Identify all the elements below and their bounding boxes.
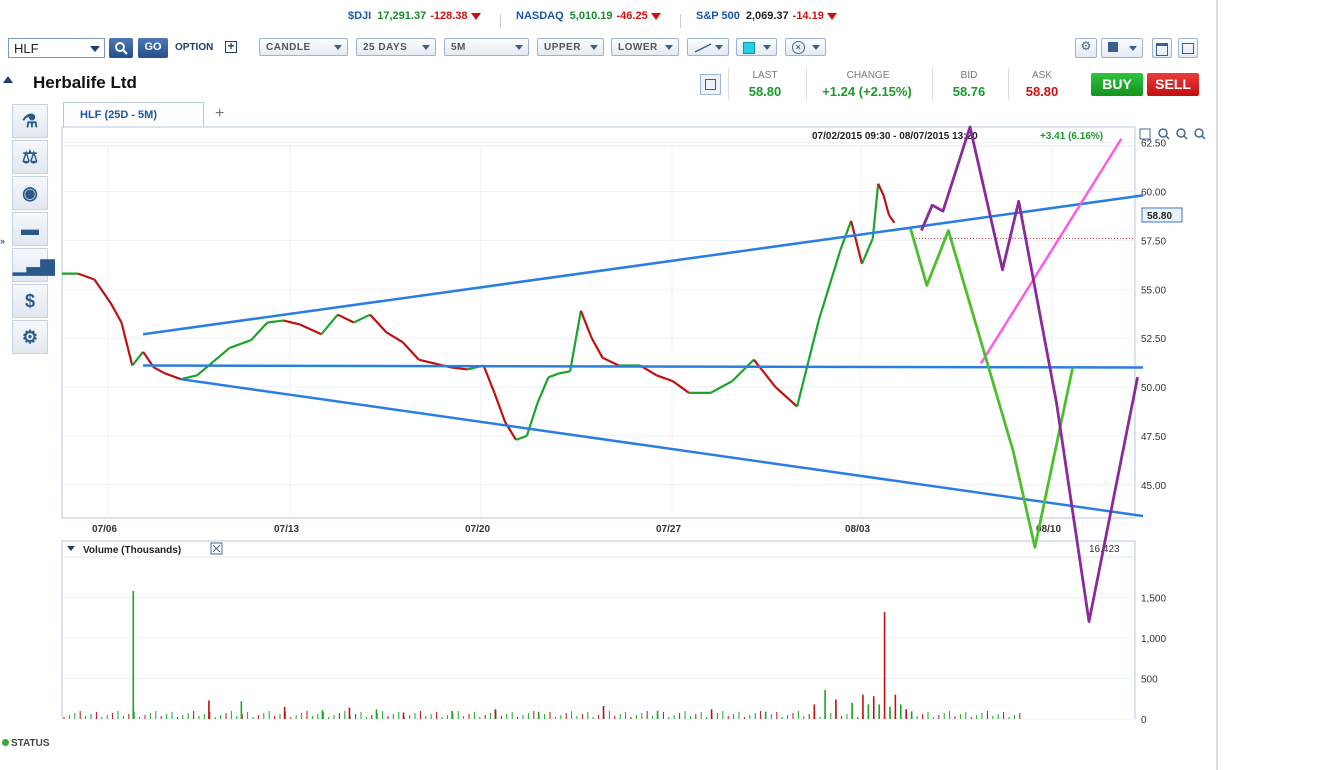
y-tick-label: 45.00 — [1141, 481, 1166, 492]
x-tick-label: 07/27 — [656, 524, 681, 535]
y-tick-label: 57.50 — [1141, 236, 1166, 247]
price-chart[interactable]: 62.50 60.00 57.50 55.00 52.50 50.00 47.50 45.00… — [0, 0, 1334, 770]
volume-panel — [61, 540, 1136, 720]
x-tick-label: 08/03 — [845, 524, 870, 535]
status-dot-icon — [2, 739, 9, 746]
zoom-in-icon[interactable] — [1158, 128, 1170, 140]
y-tick-label: 60.00 — [1141, 188, 1166, 199]
volume-title: Volume (Thousands) — [83, 545, 181, 556]
zoom-reset-icon[interactable] — [1194, 128, 1206, 140]
volume-y-tick-label: 500 — [1141, 675, 1158, 686]
volume-y-tick-label: 1,000 — [1141, 634, 1166, 645]
range-change-label: +3.41 (6.16%) — [1040, 131, 1103, 142]
zoom-out-icon[interactable] — [1176, 128, 1188, 140]
date-range-label: 07/02/2015 09:30 - 08/07/2015 13:20 — [812, 131, 978, 142]
volume-y-tick-label: 1,500 — [1141, 594, 1166, 605]
price-tag-label: 58.80 — [1147, 211, 1172, 222]
x-tick-label: 07/13 — [274, 524, 299, 535]
x-tick-label: 07/20 — [465, 524, 490, 535]
status-indicator[interactable]: STATUS — [2, 738, 50, 749]
y-tick-label: 47.50 — [1141, 432, 1166, 443]
x-tick-label: 07/06 — [92, 524, 117, 535]
y-tick-label: 52.50 — [1141, 334, 1166, 345]
volume-y-tick-label: 0 — [1141, 715, 1147, 726]
y-tick-label: 62.50 — [1141, 139, 1166, 150]
y-tick-label: 50.00 — [1141, 383, 1166, 394]
y-tick-label: 55.00 — [1141, 285, 1166, 296]
fit-screen-icon[interactable] — [1139, 128, 1151, 140]
